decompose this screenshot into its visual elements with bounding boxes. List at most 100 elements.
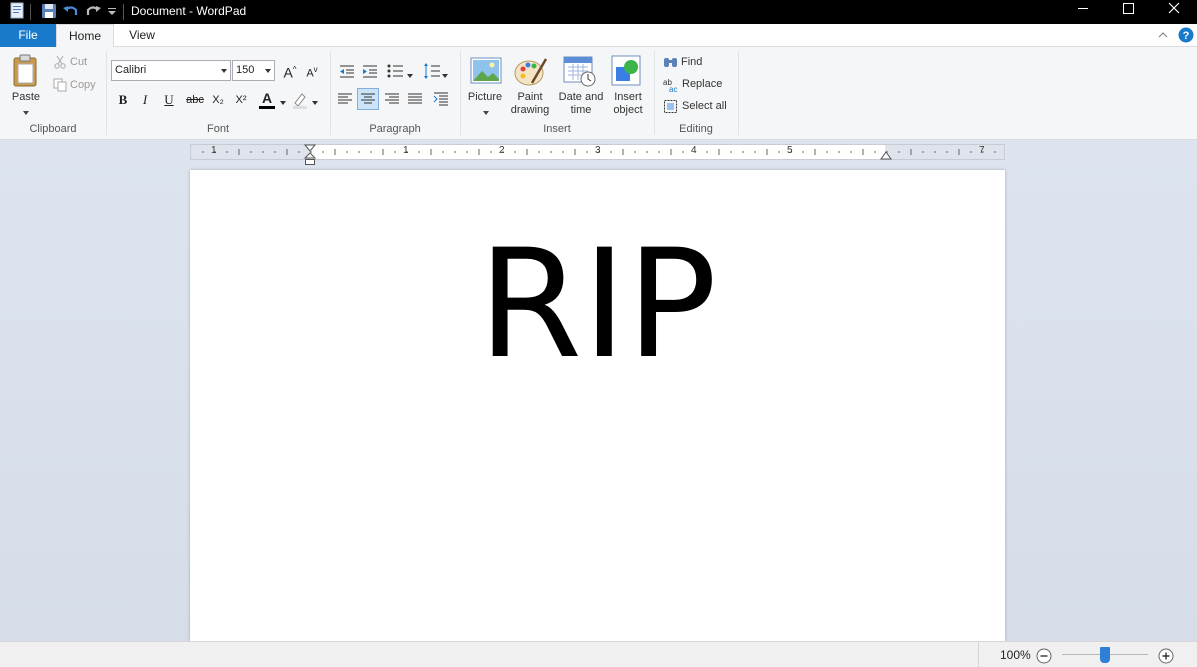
tab-view[interactable]: View <box>118 24 166 48</box>
window-title: Document - WordPad <box>131 4 247 18</box>
align-left-icon[interactable] <box>334 88 356 110</box>
align-center-icon[interactable] <box>357 88 379 110</box>
picture-button[interactable]: Picture <box>462 91 508 104</box>
ruler-number: 5 <box>787 145 793 156</box>
strikethrough-button[interactable]: abc <box>182 89 208 111</box>
align-right-icon[interactable] <box>381 88 403 110</box>
save-icon[interactable] <box>40 2 58 20</box>
insert-object-label-line1: Insert <box>614 91 642 103</box>
paste-dropdown-icon[interactable] <box>22 107 30 119</box>
collapse-ribbon-icon[interactable] <box>1157 29 1169 44</box>
zoom-slider-thumb[interactable] <box>1100 647 1110 663</box>
grow-font-button[interactable]: A^ <box>279 59 301 81</box>
paste-icon[interactable] <box>10 54 42 91</box>
chevron-down-icon <box>221 69 227 73</box>
subscript-button[interactable]: X₂ <box>207 89 229 111</box>
italic-button[interactable]: I <box>134 89 156 111</box>
font-color-dropdown-icon[interactable] <box>280 96 286 108</box>
cut-icon[interactable] <box>53 55 67 72</box>
font-size-value: 150 <box>236 64 255 76</box>
insert-group-label: Insert <box>543 123 571 135</box>
paint-drawing-button[interactable]: Paint drawing <box>506 91 554 117</box>
font-group-label: Font <box>206 123 229 135</box>
line-spacing-dropdown-icon[interactable] <box>442 69 448 81</box>
paragraph-dialog-icon[interactable] <box>430 88 452 110</box>
decrease-indent-icon[interactable] <box>336 60 358 82</box>
font-color-letter: A <box>261 90 273 106</box>
group-divider <box>738 51 739 135</box>
chevron-down-icon <box>265 69 271 73</box>
increase-indent-icon[interactable] <box>359 60 381 82</box>
shrink-font-button[interactable]: Av <box>301 59 323 81</box>
highlight-dropdown-icon[interactable] <box>312 96 318 108</box>
picture-dropdown-icon[interactable] <box>482 107 490 119</box>
editing-group-label: Editing <box>679 123 713 135</box>
bullets-dropdown-icon[interactable] <box>407 69 413 81</box>
close-button[interactable] <box>1151 0 1197 24</box>
select-all-button[interactable]: Select all <box>682 100 727 113</box>
zoom-in-icon[interactable] <box>1158 648 1174 667</box>
title-bar: Document - WordPad <box>0 0 1197 24</box>
superscript-button[interactable]: X² <box>230 89 252 111</box>
bold-button[interactable]: B <box>112 89 134 111</box>
copy-icon[interactable] <box>53 78 67 95</box>
right-indent-marker[interactable] <box>880 151 892 164</box>
title-divider <box>123 4 124 20</box>
insert-object-label-line2: object <box>613 104 643 116</box>
font-color-swatch <box>259 106 275 109</box>
line-spacing-icon[interactable] <box>421 60 443 82</box>
insert-object-button[interactable]: Insert object <box>605 91 651 117</box>
ruler-number: 7 <box>979 145 985 156</box>
clipboard-group-label: Clipboard <box>29 123 77 135</box>
ribbon-tab-row: File Home View ? <box>0 24 1197 48</box>
select-all-icon[interactable] <box>663 99 679 118</box>
customize-qat-icon[interactable] <box>105 2 123 20</box>
replace-icon[interactable]: ab ac <box>663 77 679 96</box>
highlight-icon[interactable] <box>292 91 308 112</box>
document-text[interactable]: RIP <box>190 220 1005 390</box>
ruler-number: 4 <box>691 145 697 156</box>
document-page[interactable]: RIP <box>190 170 1005 641</box>
find-icon[interactable] <box>663 55 679 72</box>
picture-icon[interactable] <box>470 56 502 89</box>
ruler-number: 2 <box>499 145 505 156</box>
date-time-icon[interactable] <box>563 55 597 90</box>
underline-button[interactable]: U <box>158 89 180 111</box>
ribbon: Paste Cut Copy Clipboard Calibri 150 A^ … <box>0 47 1197 140</box>
copy-button[interactable]: Copy <box>70 79 96 92</box>
shrink-font-letter: A <box>306 67 314 80</box>
paint-drawing-label-line1: Paint <box>517 91 543 103</box>
tab-home[interactable]: Home <box>56 24 114 48</box>
font-size-select[interactable]: 150 <box>232 60 275 81</box>
insert-object-icon[interactable] <box>611 55 643 90</box>
date-time-label-line1: Date and <box>558 91 604 103</box>
replace-button[interactable]: Replace <box>682 78 722 91</box>
qat-divider <box>30 4 31 20</box>
justify-icon[interactable] <box>404 88 426 110</box>
undo-icon[interactable] <box>62 2 80 20</box>
cut-button[interactable]: Cut <box>70 56 87 69</box>
date-time-button[interactable]: Date and time <box>555 91 607 117</box>
bullets-icon[interactable] <box>384 60 406 82</box>
paste-button[interactable]: Paste <box>10 91 42 104</box>
ruler-number: 1 <box>403 145 409 156</box>
first-line-indent-marker[interactable] <box>303 144 317 169</box>
find-button[interactable]: Find <box>681 56 702 69</box>
zoom-out-icon[interactable] <box>1036 648 1052 667</box>
paragraph-group-label: Paragraph <box>369 123 421 135</box>
redo-icon[interactable] <box>84 2 102 20</box>
status-bar: 100% <box>0 641 1197 667</box>
ruler-number: 3 <box>595 145 601 156</box>
help-icon[interactable]: ? <box>1178 27 1194 46</box>
tab-file[interactable]: File <box>0 24 56 47</box>
font-family-select[interactable]: Calibri <box>111 60 231 81</box>
minimize-button[interactable] <box>1060 0 1106 24</box>
paint-drawing-label-line2: drawing <box>510 104 550 116</box>
paint-drawing-icon[interactable] <box>514 55 548 90</box>
maximize-button[interactable] <box>1106 0 1152 24</box>
font-family-value: Calibri <box>115 64 147 76</box>
wordpad-app-icon[interactable] <box>8 2 26 20</box>
ruler-number: 1 <box>211 145 217 156</box>
zoom-level: 100% <box>1000 648 1031 662</box>
status-divider <box>978 642 979 667</box>
